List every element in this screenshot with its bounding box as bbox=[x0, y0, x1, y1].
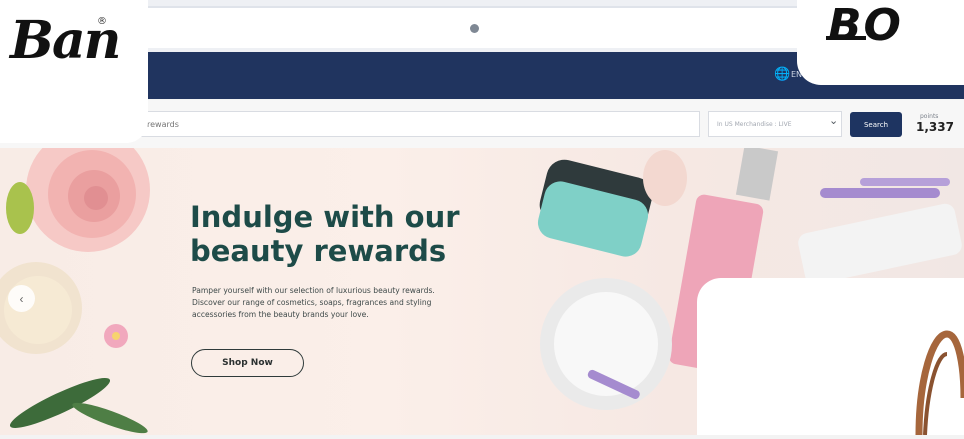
leaf-image bbox=[72, 402, 148, 434]
hero-headline-line: beauty rewards bbox=[190, 234, 447, 268]
search-button[interactable]: Search bbox=[850, 112, 902, 137]
teal-jar-image bbox=[537, 159, 653, 257]
hero-description-line: Pamper yourself with our selection of lu… bbox=[192, 286, 435, 295]
chevron-left-icon: ‹ bbox=[19, 291, 24, 306]
hero-description-line: accessories from the beauty brands your … bbox=[192, 310, 369, 319]
handbag-image bbox=[915, 330, 964, 436]
shop-now-button[interactable]: Shop Now bbox=[191, 349, 304, 377]
cream-swatch-image bbox=[643, 150, 687, 206]
catalog-select[interactable]: In US Merchandise : LIVE bbox=[708, 111, 842, 137]
product-card-bottom[interactable] bbox=[697, 278, 964, 436]
rose-image bbox=[26, 148, 150, 252]
carousel-prev-button[interactable]: ‹ bbox=[8, 285, 35, 312]
catalog-select-value: In US Merchandise : LIVE bbox=[717, 121, 792, 128]
points-value: 1,337 bbox=[916, 120, 954, 134]
brand-logo-right: BO bbox=[828, 0, 903, 51]
registered-mark: ® bbox=[97, 16, 107, 27]
hero-description: Pamper yourself with our selection of lu… bbox=[192, 285, 512, 321]
white-jar-image bbox=[540, 278, 672, 410]
search-input[interactable] bbox=[140, 111, 700, 137]
flower-image bbox=[104, 324, 128, 348]
chevron-down-icon[interactable]: ⌄ bbox=[829, 114, 838, 127]
leaf-image bbox=[9, 378, 111, 428]
tube-image bbox=[798, 203, 962, 285]
hero-headline: Indulge with our beauty rewards bbox=[190, 200, 460, 268]
globe-icon[interactable]: 🌐 bbox=[774, 67, 790, 82]
points-label: points bbox=[920, 113, 939, 120]
hero-headline-line: Indulge with our bbox=[190, 200, 460, 234]
leaf-image bbox=[6, 182, 34, 234]
carousel-dot[interactable] bbox=[470, 24, 479, 33]
hero-description-line: Discover our range of cosmetics, soaps, … bbox=[192, 298, 432, 307]
